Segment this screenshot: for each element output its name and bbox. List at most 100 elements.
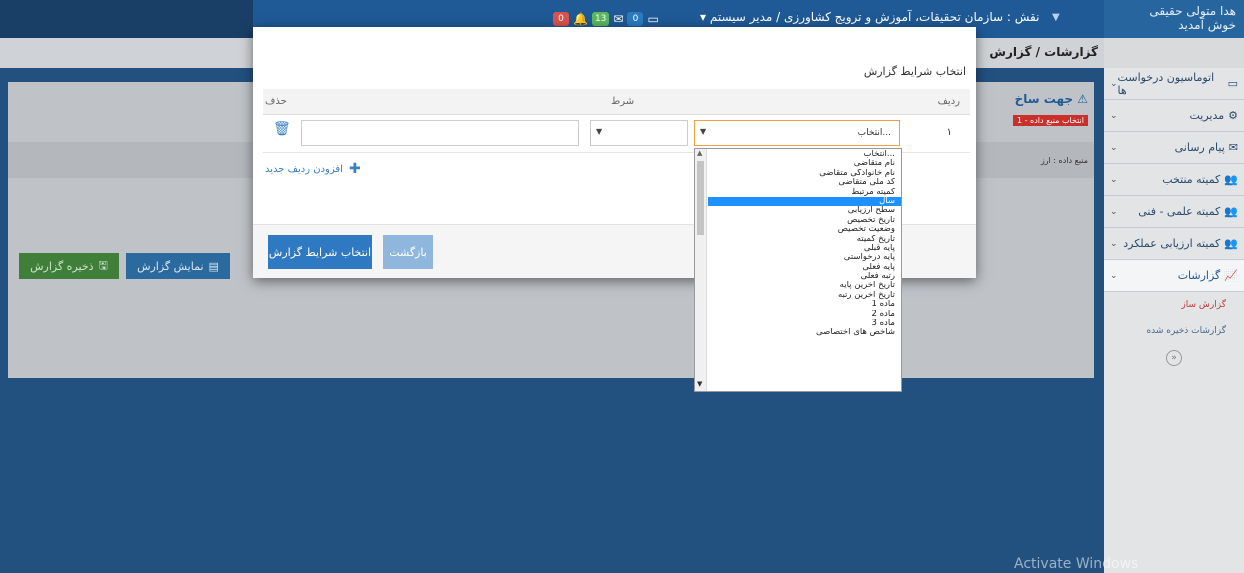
- welcome-text: خوش آمدید: [1178, 18, 1236, 32]
- col-header-delete: حذف: [265, 96, 287, 107]
- sidebar-item-automation[interactable]: ⌄ اتوماسیون درخواست ها ▭: [1104, 68, 1244, 100]
- dropdown-option[interactable]: شاخص های اختصاصی: [708, 328, 901, 337]
- dropdown-option[interactable]: سطح ارزیابی: [708, 206, 901, 215]
- sidebar-item-label: پیام رسانی: [1174, 141, 1225, 154]
- sidebar-item-label: مدیریت: [1189, 109, 1225, 122]
- dropdown-option[interactable]: وضعیت تخصیص: [708, 225, 901, 234]
- step-alert-badge: 1 - انتخاب منبع داده: [1012, 115, 1088, 126]
- gear-icon: ⚙: [1228, 109, 1238, 122]
- list-icon: ▤: [208, 259, 219, 273]
- sidebar-item-messaging[interactable]: ⌄ پیام رسانی ✉: [1104, 132, 1244, 164]
- save-report-label: ذخیره گزارش: [30, 259, 94, 273]
- chevron-down-icon: ⌄: [1110, 142, 1118, 153]
- bell-icon[interactable]: 🔔: [573, 12, 588, 26]
- dropdown-option[interactable]: کمیته مرتبط: [708, 188, 901, 197]
- modal-title: انتخاب شرایط گزارش: [863, 65, 966, 78]
- field-select[interactable]: انتخاب... ▼: [694, 120, 900, 146]
- dropdown-option[interactable]: ماده 2: [708, 310, 901, 319]
- field-select-value: انتخاب...: [857, 128, 891, 138]
- dropdown-option[interactable]: پایه درخواستی: [708, 253, 901, 262]
- envelope-icon[interactable]: ✉: [613, 12, 623, 26]
- inbox-icon: ▭: [1227, 77, 1238, 90]
- alerts-count-badge[interactable]: 0: [553, 12, 569, 26]
- chevron-down-icon: ⌄: [1110, 110, 1118, 121]
- show-report-button[interactable]: نمایش گزارش ▤: [126, 253, 230, 279]
- dropdown-option[interactable]: انتخاب...: [708, 150, 901, 159]
- plus-icon: ✚: [348, 161, 361, 177]
- chevron-down-icon: ⌄: [1110, 270, 1118, 281]
- add-row-label: افزودن ردیف جدید: [265, 163, 343, 175]
- warning-icon: ⚠: [1077, 92, 1088, 106]
- dropdown-option[interactable]: تاریخ تخصیص: [708, 216, 901, 225]
- data-source-note: منبع داده : ارز: [1040, 156, 1088, 165]
- role-selector[interactable]: ▾ نقش : سازمان تحقیقات، آموزش و ترویج کش…: [700, 10, 1039, 24]
- user-info[interactable]: هدا متولی حقیقی خوش آمدید: [1104, 0, 1244, 38]
- dropdown-scrollbar[interactable]: ▲ ▼: [695, 149, 707, 391]
- users-icon: 👥: [1224, 237, 1238, 250]
- condition-value-input[interactable]: [301, 120, 579, 146]
- dropdown-option[interactable]: پایه قبلی: [708, 244, 901, 253]
- panel-title: جهت ساخ ⚠: [1015, 92, 1088, 106]
- sidebar-item-scientific-committee[interactable]: ⌄ کمیته علمی - فنی 👥: [1104, 196, 1244, 228]
- trash-icon[interactable]: 🗑: [273, 121, 291, 137]
- dropdown-option[interactable]: پایه فعلی: [708, 263, 901, 272]
- show-report-label: نمایش گزارش: [137, 259, 204, 273]
- topbar-overlay-region: [0, 0, 253, 38]
- dropdown-options: انتخاب... نام متقاضی نام خانوادگی متقاضی کد…: [708, 150, 901, 338]
- sidebar-item-label: کمیته علمی - فنی: [1138, 205, 1221, 218]
- field-dropdown-list[interactable]: ▲ ▼ انتخاب... نام متقاضی نام خانوادگی متقا…: [694, 148, 902, 392]
- user-name: هدا متولی حقیقی: [1149, 4, 1236, 18]
- envelope-icon: ✉: [1228, 141, 1238, 154]
- dropdown-option[interactable]: تاریخ آخرین رتبه: [708, 291, 901, 300]
- add-row-button[interactable]: افزودن ردیف جدید ✚: [265, 161, 361, 177]
- sidebar-item-management[interactable]: ⌄ مدیریت ⚙: [1104, 100, 1244, 132]
- role-dropdown-icon[interactable]: ▼: [1052, 12, 1060, 23]
- dropdown-option[interactable]: تاریخ کمیته: [708, 235, 901, 244]
- inbox-icon[interactable]: ▭: [647, 12, 658, 26]
- scroll-up-icon[interactable]: ▲: [697, 149, 702, 157]
- sidebar-item-label: گزارشات: [1177, 269, 1221, 282]
- messages-count-badge[interactable]: 13: [591, 12, 610, 26]
- dropdown-option[interactable]: سال: [708, 196, 901, 207]
- users-icon: 👥: [1224, 173, 1238, 186]
- scroll-down-icon[interactable]: ▼: [697, 380, 702, 388]
- back-button[interactable]: بازگشت: [383, 235, 433, 269]
- col-header-row: ردیف: [937, 96, 960, 107]
- operator-select[interactable]: ▼: [590, 120, 688, 146]
- sidebar-subitem-saved-reports[interactable]: گزارشات ذخیره شده: [1104, 318, 1244, 344]
- breadcrumb: گزارشات / گزارش: [989, 45, 1098, 59]
- sidebar-subitem-report-builder[interactable]: گزارش ساز: [1104, 292, 1244, 318]
- dropdown-option[interactable]: رتبه فعلی: [708, 272, 901, 281]
- dropdown-option[interactable]: کد ملی متقاضی: [708, 178, 901, 187]
- sidebar: ⌄ اتوماسیون درخواست ها ▭ ⌄ مدیریت ⚙ ⌄ پیام رس…: [1104, 38, 1244, 573]
- col-header-condition: شرط: [611, 96, 635, 107]
- select-conditions-button[interactable]: انتخاب شرایط گزارش: [268, 235, 372, 269]
- sidebar-item-label: کمیته ارزیابی عملکرد: [1123, 237, 1221, 250]
- role-caret-icon: ▾: [700, 10, 710, 24]
- sidebar-item-evaluation-committee[interactable]: ⌄ کمیته ارزیابی عملکرد 👥: [1104, 228, 1244, 260]
- chart-line-icon: 📈: [1224, 269, 1238, 282]
- role-label: نقش : سازمان تحقیقات، آموزش و ترویج کشاو…: [709, 10, 1040, 24]
- tasks-count-badge[interactable]: 0: [627, 12, 644, 26]
- chevron-down-icon: ⌄: [1110, 206, 1118, 217]
- dropdown-option[interactable]: نام متقاضی: [708, 159, 901, 168]
- sidebar-item-selected-committee[interactable]: ⌄ کمیته منتخب 👥: [1104, 164, 1244, 196]
- dropdown-option[interactable]: ماده 3: [708, 319, 901, 328]
- sidebar-item-label: اتوماسیون درخواست ها: [1117, 70, 1215, 97]
- dropdown-option[interactable]: نام خانوادگی متقاضی: [708, 169, 901, 178]
- chevron-down-icon: ⌄: [1110, 238, 1118, 249]
- users-icon: 👥: [1224, 205, 1238, 218]
- sidebar-header: [1104, 38, 1244, 68]
- sidebar-item-reports[interactable]: ⌄ گزارشات 📈: [1104, 260, 1244, 292]
- chevron-down-icon: ⌄: [1110, 78, 1118, 89]
- chevron-down-icon: ▼: [596, 127, 603, 136]
- chevron-down-icon: ▼: [700, 127, 707, 136]
- dropdown-option[interactable]: ماده 1: [708, 300, 901, 309]
- floppy-icon: 🖫: [98, 258, 108, 272]
- sidebar-collapse-icon[interactable]: »: [1166, 350, 1182, 366]
- scrollbar-thumb[interactable]: [697, 161, 704, 235]
- activation-watermark: Activate Windows: [1014, 556, 1139, 572]
- dropdown-option[interactable]: تاریخ آخرین پایه: [708, 281, 901, 290]
- conditions-table-header: ردیف شرط حذف: [263, 89, 970, 115]
- save-report-button[interactable]: ذخیره گزارش 🖫: [19, 253, 119, 279]
